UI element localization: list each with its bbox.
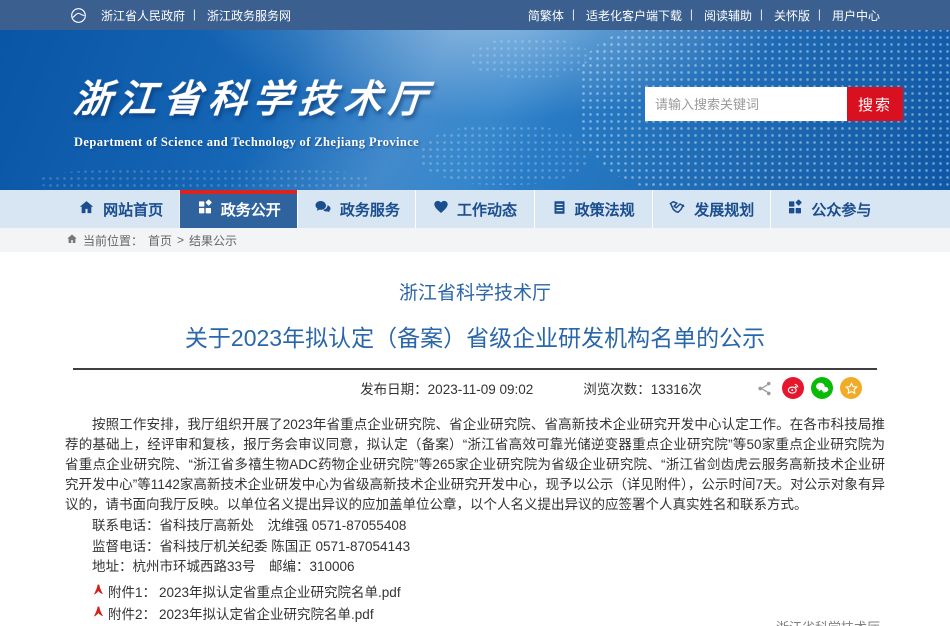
address-line: 地址：杭州市环城西路33号 邮编：310006 [62, 557, 888, 578]
home-icon [78, 199, 95, 220]
home-small-icon [66, 233, 78, 248]
breadcrumb-home-link[interactable]: 首页 [148, 232, 172, 249]
nav-label: 公众参与 [811, 199, 871, 220]
world-map-dots [420, 125, 590, 185]
attachment-link-2[interactable]: 附件2：2023年拟认定省企业研究院名单.pdf [62, 604, 888, 626]
breadcrumb-label: 当前位置： [83, 232, 143, 249]
link-zj-gov[interactable]: 浙江省人民政府 [101, 7, 199, 24]
site-banner: 浙江省科学技术厅 Department of Science and Techn… [0, 30, 950, 190]
site-search: 搜索 [645, 87, 903, 121]
article-org-line: 浙江省科学技术厅 [62, 278, 888, 305]
search-input[interactable] [645, 87, 847, 121]
nav-item-policies[interactable]: 政策法规 [534, 190, 652, 228]
seal-icon [787, 199, 803, 219]
footer-org-name: 浙江省科学技术厅 [776, 617, 880, 626]
supervision-phone: 监督电话：省科技厅机关纪委 陈国正 0571-87054143 [62, 537, 888, 558]
link-zj-service[interactable]: 浙江政务服务网 [207, 7, 291, 24]
nav-item-gov-disclosure[interactable]: 政务公开 [179, 190, 297, 228]
chat-bubbles-icon [314, 198, 332, 220]
attachment-label: 附件1： [108, 582, 156, 604]
link-reading-assist[interactable]: 阅读辅助 [704, 7, 766, 24]
article-body: 按照工作安排，我厅组织开展了2023年省重点企业研究院、省企业研究院、省高新技术… [65, 415, 885, 515]
view-count-value: 13316次 [651, 382, 702, 397]
topbar-left-links: 浙江省人民政府 浙江政务服务网 [70, 7, 291, 24]
publish-date-label: 发布日期： [360, 382, 428, 397]
contact-phone: 联系电话：省科技厅高新处 沈维强 0571-87055408 [62, 516, 888, 537]
wechat-share-icon[interactable] [811, 377, 833, 399]
top-utility-bar: 浙江省人民政府 浙江政务服务网 简繁体 适老化客户端下载 阅读辅助 关怀版 用户… [0, 0, 950, 30]
attachment-link-1[interactable]: 附件1：2023年拟认定省重点企业研究院名单.pdf [62, 582, 888, 604]
attachment-filename: 2023年拟认定省重点企业研究院名单.pdf [159, 582, 401, 604]
nav-item-gov-services[interactable]: 政务服务 [297, 190, 415, 228]
document-icon [552, 200, 567, 219]
nav-item-home[interactable]: 网站首页 [62, 190, 179, 228]
site-logo: 浙江省科学技术厅 Department of Science and Techn… [74, 68, 434, 150]
nav-item-work-news[interactable]: 工作动态 [415, 190, 533, 228]
nav-label: 政策法规 [575, 199, 635, 220]
page-title: 关于2023年拟认定（备案）省级企业研发机构名单的公示 [62, 319, 888, 353]
article-content: 浙江省科学技术厅 关于2023年拟认定（备案）省级企业研发机构名单的公示 发布日… [62, 252, 888, 626]
page: 浙江省人民政府 浙江政务服务网 简繁体 适老化客户端下载 阅读辅助 关怀版 用户… [0, 0, 950, 626]
article-meta: 发布日期：2023-11-09 09:02 浏览次数：13316次 [62, 370, 888, 406]
share-buttons [756, 377, 862, 399]
heart-icon [433, 199, 449, 219]
topbar-right-links: 简繁体 适老化客户端下载 阅读辅助 关怀版 用户中心 [528, 7, 880, 24]
nav-label: 发展规划 [694, 199, 754, 220]
breadcrumb-separator: > [177, 233, 184, 247]
nav-label: 政务公开 [221, 199, 281, 220]
site-name-english: Department of Science and Technology of … [74, 135, 434, 150]
nav-label: 政务服务 [340, 199, 400, 220]
government-emblem-icon [70, 7, 87, 24]
link-simplified-traditional[interactable]: 简繁体 [528, 7, 578, 24]
publish-date: 发布日期：2023-11-09 09:02 [360, 378, 533, 398]
nav-item-public-participation[interactable]: 公众参与 [770, 190, 888, 228]
weibo-share-icon[interactable] [782, 377, 804, 399]
handshake-icon [668, 198, 686, 220]
contact-block: 联系电话：省科技厅高新处 沈维强 0571-87055408 监督电话：省科技厅… [62, 516, 888, 578]
breadcrumb: 当前位置： 首页 > 结果公示 [0, 228, 950, 252]
attachment-list: 附件1：2023年拟认定省重点企业研究院名单.pdf 附件2：2023年拟认定省… [62, 582, 888, 626]
favorite-star-icon[interactable] [840, 377, 862, 399]
breadcrumb-current: 结果公示 [189, 232, 237, 249]
view-count: 浏览次数：13316次 [583, 378, 702, 398]
nav-item-development-plans[interactable]: 发展规划 [652, 190, 770, 228]
link-user-center[interactable]: 用户中心 [832, 7, 880, 24]
site-name-chinese: 浙江省科学技术厅 [72, 68, 437, 123]
seal-icon [197, 199, 213, 219]
world-map-dots [470, 38, 590, 78]
publish-date-value: 2023-11-09 09:02 [428, 382, 534, 397]
view-count-label: 浏览次数： [583, 382, 651, 397]
link-elderly-client-download[interactable]: 适老化客户端下载 [586, 7, 696, 24]
attachment-filename: 2023年拟认定省企业研究院名单.pdf [159, 604, 374, 626]
pdf-icon [92, 604, 105, 626]
link-care-version[interactable]: 关怀版 [774, 7, 824, 24]
pdf-icon [92, 582, 105, 604]
nav-label: 工作动态 [457, 199, 517, 220]
attachment-label: 附件2： [108, 604, 156, 626]
nav-label: 网站首页 [103, 199, 163, 220]
search-button[interactable]: 搜索 [847, 87, 903, 121]
main-navigation: 网站首页 政务公开 政 [0, 190, 950, 228]
world-map-dots [40, 168, 370, 190]
share-icon[interactable] [756, 380, 773, 397]
